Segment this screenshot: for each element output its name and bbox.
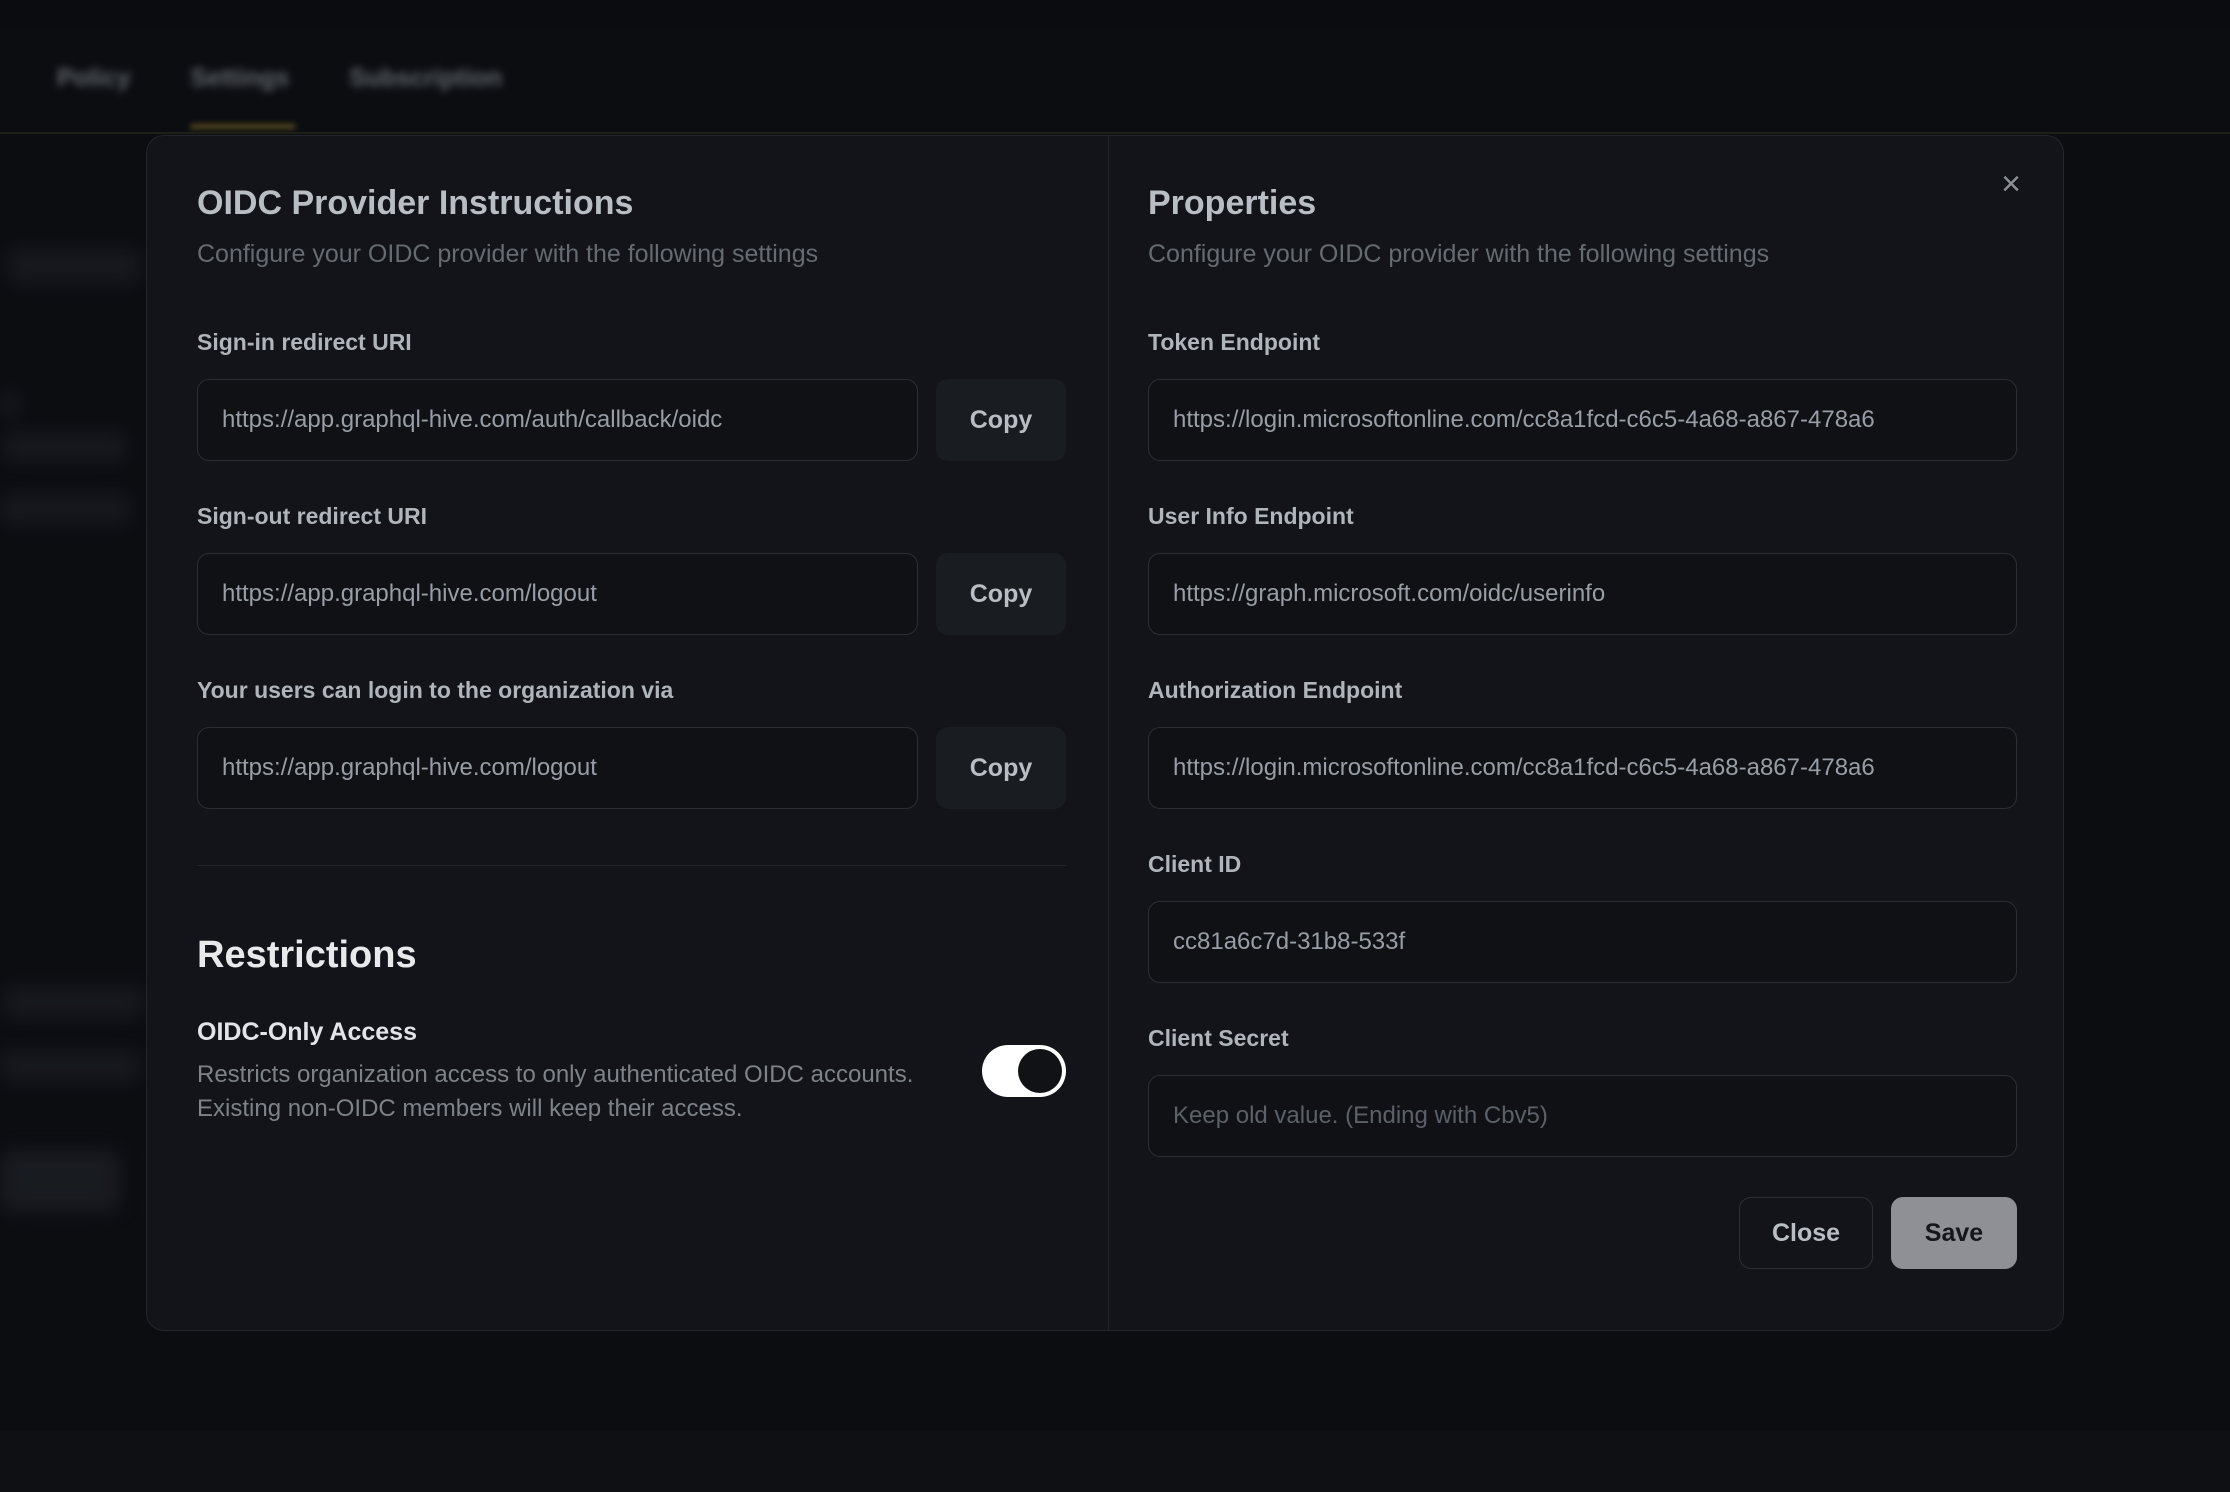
column-divider xyxy=(1108,136,1109,1330)
client-id-input[interactable] xyxy=(1148,901,2017,983)
page: Policy Settings Subscription × OIDC Prov… xyxy=(0,0,2230,1492)
userinfo-endpoint-input[interactable] xyxy=(1148,553,2017,635)
token-endpoint-input[interactable] xyxy=(1148,379,2017,461)
client-id-label: Client ID xyxy=(1148,849,2017,879)
tabbar-divider xyxy=(0,132,2230,134)
restrictions-title: Restrictions xyxy=(197,930,1066,980)
oidc-only-access-label: OIDC-Only Access xyxy=(197,1016,913,1048)
client-secret-input[interactable] xyxy=(1148,1075,2017,1157)
section-divider xyxy=(197,865,1066,866)
copy-signout-button[interactable]: Copy xyxy=(936,553,1066,635)
signin-redirect-input[interactable] xyxy=(197,379,918,461)
login-via-input[interactable] xyxy=(197,727,918,809)
signout-redirect-input[interactable] xyxy=(197,553,918,635)
toggle-knob xyxy=(1018,1049,1062,1093)
background-blur-fragment xyxy=(0,1050,140,1082)
instructions-column: OIDC Provider Instructions Configure you… xyxy=(197,136,1066,1126)
properties-title: Properties xyxy=(1148,181,2017,225)
background-tabbar: Policy Settings Subscription xyxy=(0,0,2230,133)
oidc-only-access-row: OIDC-Only Access Restricts organization … xyxy=(197,1016,1066,1126)
tab-policy[interactable]: Policy xyxy=(57,64,131,93)
tab-subscription[interactable]: Subscription xyxy=(349,64,502,93)
background-blur-fragment xyxy=(4,986,144,1018)
properties-column: Properties Configure your OIDC provider … xyxy=(1148,136,2017,1269)
login-via-label: Your users can login to the organization… xyxy=(197,675,1066,705)
client-secret-label: Client Secret xyxy=(1148,1023,2017,1053)
instructions-title: OIDC Provider Instructions xyxy=(197,181,1066,225)
properties-subtitle: Configure your OIDC provider with the fo… xyxy=(1148,237,2017,271)
save-button[interactable]: Save xyxy=(1891,1197,2017,1269)
background-blur-button xyxy=(0,1150,120,1212)
token-endpoint-label: Token Endpoint xyxy=(1148,327,2017,357)
background-blur-fragment xyxy=(0,494,130,524)
signout-redirect-label: Sign-out redirect URI xyxy=(197,501,1066,531)
copy-signin-button[interactable]: Copy xyxy=(936,379,1066,461)
oidc-only-access-toggle[interactable] xyxy=(982,1045,1066,1097)
active-tab-underline xyxy=(190,124,296,129)
background-blur-fragment xyxy=(8,248,140,284)
userinfo-endpoint-label: User Info Endpoint xyxy=(1148,501,2017,531)
background-blur-fragment xyxy=(0,390,20,420)
oidc-settings-dialog: × OIDC Provider Instructions Configure y… xyxy=(146,135,2064,1331)
oidc-only-access-description: Restricts organization access to only au… xyxy=(197,1058,913,1126)
tab-settings[interactable]: Settings xyxy=(191,64,290,93)
instructions-subtitle: Configure your OIDC provider with the fo… xyxy=(197,237,1066,271)
authorization-endpoint-label: Authorization Endpoint xyxy=(1148,675,2017,705)
authorization-endpoint-input[interactable] xyxy=(1148,727,2017,809)
copy-login-via-button[interactable]: Copy xyxy=(936,727,1066,809)
background-blur-fragment xyxy=(4,432,126,462)
signin-redirect-label: Sign-in redirect URI xyxy=(197,327,1066,357)
close-button[interactable]: Close xyxy=(1739,1197,1873,1269)
tab-list: Policy Settings Subscription xyxy=(57,64,502,93)
